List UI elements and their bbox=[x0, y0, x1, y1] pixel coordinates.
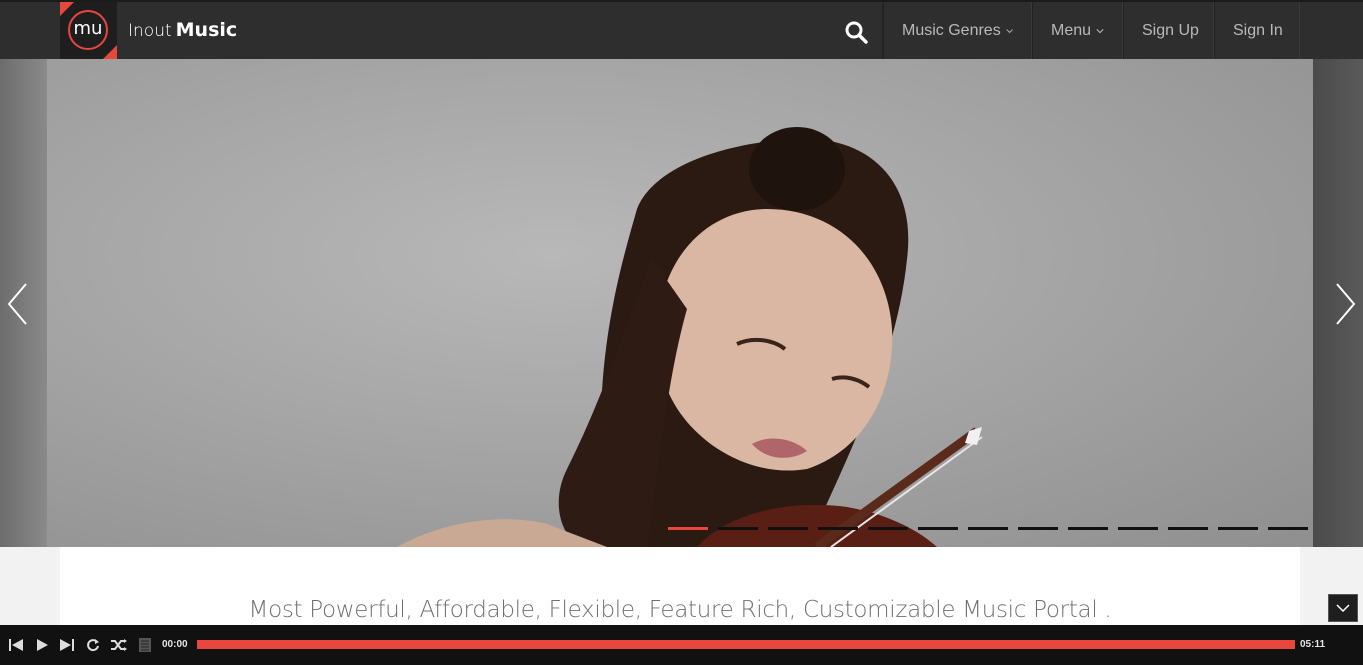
skip-back-icon bbox=[9, 639, 23, 651]
slide-image bbox=[47, 59, 1313, 547]
brand-name[interactable]: Inout Music bbox=[128, 19, 237, 41]
slide-indicator[interactable] bbox=[718, 527, 758, 530]
slide-indicator[interactable] bbox=[768, 527, 808, 530]
brand-name-bold: Music bbox=[175, 19, 238, 41]
slide-indicator[interactable] bbox=[1018, 527, 1058, 530]
play-button[interactable] bbox=[33, 636, 51, 654]
nav-item-label: Sign In bbox=[1233, 21, 1283, 39]
hero-slider bbox=[0, 59, 1363, 547]
nav-item-label: Menu bbox=[1051, 21, 1092, 39]
logo-mark: mu bbox=[68, 10, 108, 50]
chevron-down-icon bbox=[1096, 28, 1104, 33]
play-icon bbox=[37, 639, 48, 651]
slide-indicator[interactable] bbox=[1068, 527, 1108, 530]
nav-item-label: Sign Up bbox=[1142, 21, 1199, 39]
search-button[interactable] bbox=[830, 4, 883, 59]
slide-indicator[interactable] bbox=[918, 527, 958, 530]
top-navbar: mu Inout Music Music Genres Menu Sign Up … bbox=[0, 0, 1363, 59]
shuffle-icon bbox=[111, 639, 127, 651]
slide-indicator[interactable] bbox=[1168, 527, 1208, 530]
slide-indicator[interactable] bbox=[1268, 527, 1308, 530]
logo-corner-accent bbox=[103, 45, 117, 59]
slide-indicator[interactable] bbox=[1118, 527, 1158, 530]
slide-indicator[interactable] bbox=[668, 527, 708, 530]
repeat-button[interactable] bbox=[84, 636, 102, 654]
progress-bar[interactable] bbox=[197, 640, 1295, 649]
total-time: 05:11 bbox=[1300, 639, 1326, 650]
next-track-button[interactable] bbox=[58, 636, 76, 654]
shuffle-button[interactable] bbox=[110, 636, 128, 654]
previous-track-button[interactable] bbox=[7, 636, 25, 654]
slide-indicators bbox=[668, 527, 1308, 530]
nav-music-genres[interactable]: Music Genres bbox=[883, 2, 1032, 59]
slide-indicator[interactable] bbox=[1218, 527, 1258, 530]
brand-name-light: Inout bbox=[128, 21, 172, 41]
logo[interactable]: mu bbox=[60, 2, 117, 59]
audio-player: 00:00 05:11 bbox=[0, 625, 1363, 665]
chevron-down-icon bbox=[1336, 604, 1350, 612]
nav-menu[interactable]: Menu bbox=[1032, 2, 1123, 59]
repeat-icon bbox=[87, 639, 99, 652]
main-nav: Music Genres Menu Sign Up Sign In bbox=[883, 2, 1300, 59]
skip-forward-icon bbox=[60, 639, 74, 651]
nav-item-label: Music Genres bbox=[902, 21, 1001, 39]
nav-sign-in[interactable]: Sign In bbox=[1214, 2, 1300, 59]
violinist-photo bbox=[397, 127, 983, 547]
slide-indicator[interactable] bbox=[818, 527, 858, 530]
next-slide-arrow[interactable] bbox=[1329, 279, 1359, 329]
previous-slide-arrow[interactable] bbox=[4, 279, 34, 329]
nav-sign-up[interactable]: Sign Up bbox=[1123, 2, 1214, 59]
current-time: 00:00 bbox=[162, 639, 188, 650]
progress-bar-fill bbox=[197, 640, 1295, 649]
collapse-player-button[interactable] bbox=[1328, 594, 1358, 622]
slide-indicator[interactable] bbox=[868, 527, 908, 530]
playlist-icon bbox=[139, 638, 151, 652]
chevron-down-icon bbox=[1006, 28, 1013, 33]
tagline: Most Powerful, Affordable, Flexible, Fea… bbox=[248, 597, 1112, 623]
logo-corner-accent bbox=[60, 2, 74, 16]
content-section: Most Powerful, Affordable, Flexible, Fea… bbox=[60, 547, 1300, 627]
search-icon bbox=[845, 21, 868, 44]
playlist-button[interactable] bbox=[136, 636, 154, 654]
slide-indicator[interactable] bbox=[968, 527, 1008, 530]
